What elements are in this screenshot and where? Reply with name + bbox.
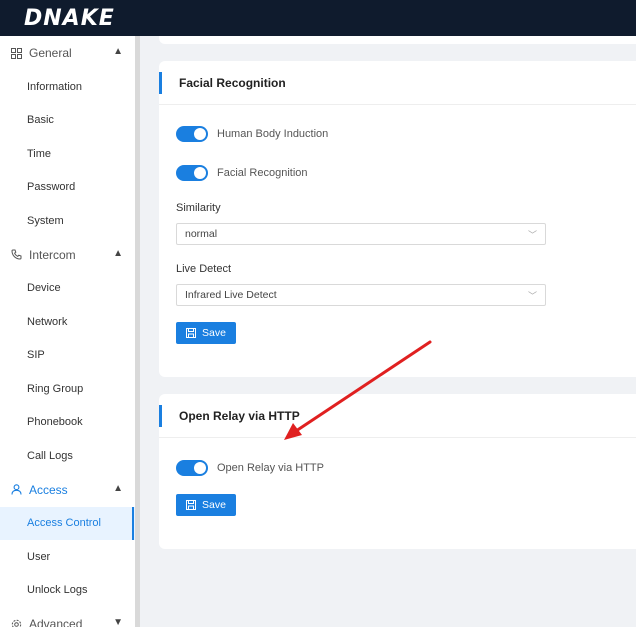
sidebar-item-user[interactable]: User (0, 540, 139, 574)
similarity-select[interactable]: normal ﹀ (176, 223, 546, 245)
sidebar-item-information[interactable]: Information (0, 70, 139, 104)
top-bar: DNAKE (0, 0, 636, 36)
phone-icon (10, 249, 22, 261)
relay-save-button[interactable]: Save (176, 494, 236, 516)
live-detect-label: Live Detect (176, 263, 232, 275)
select-value: normal (185, 228, 218, 240)
sidebar-group-intercom[interactable]: Intercom ▲ (0, 238, 139, 272)
sidebar-group-label: Advanced (29, 617, 83, 627)
sidebar-group-label: General (29, 46, 72, 60)
similarity-label: Similarity (176, 202, 221, 214)
live-detect-select[interactable]: Infrared Live Detect ﹀ (176, 284, 546, 306)
sidebar-group-label: Access (29, 482, 68, 497)
save-icon (186, 500, 197, 510)
chevron-down-icon: ﹀ (527, 230, 537, 240)
toggle-label: Open Relay via HTTP (217, 462, 324, 474)
grid-icon (10, 47, 22, 59)
sidebar-item-access-control[interactable]: Access Control (0, 506, 139, 540)
chevron-down-icon: ▼ (113, 617, 123, 627)
sidebar-item-network[interactable]: Network (0, 305, 139, 339)
sidebar-group-general[interactable]: General ▲ (0, 36, 139, 70)
sidebar-item-call-logs[interactable]: Call Logs (0, 439, 139, 473)
sidebar-group-advanced[interactable]: Advanced ▼ (0, 607, 139, 627)
sidebar-item-password[interactable]: Password (0, 171, 139, 205)
dnake-logo: DNAKE (24, 5, 115, 31)
sidebar-group-label: Intercom (29, 247, 76, 262)
sidebar-item-sip[interactable]: SIP (0, 339, 139, 373)
facial-recognition-row: Facial Recognition (176, 165, 308, 181)
card-title: Facial Recognition (159, 61, 636, 105)
save-icon (186, 328, 197, 338)
sidebar-item-system[interactable]: System (0, 204, 139, 238)
card-title: Open Relay via HTTP (159, 394, 636, 438)
sidebar-item-time[interactable]: Time (0, 137, 139, 171)
sidebar-group-access[interactable]: Access ▲ (0, 473, 139, 507)
open-relay-card: Open Relay via HTTP Open Relay via HTTP … (159, 394, 636, 549)
user-icon (10, 484, 22, 496)
sidebar-scrollbar[interactable] (135, 36, 140, 627)
gear-icon (10, 618, 22, 627)
chevron-up-icon: ▲ (113, 482, 123, 494)
human-body-induction-row: Human Body Induction (176, 126, 328, 142)
sidebar-item-basic[interactable]: Basic (0, 104, 139, 138)
facial-save-button[interactable]: Save (176, 322, 236, 344)
open-relay-toggle[interactable] (176, 460, 208, 476)
sidebar-item-ring-group[interactable]: Ring Group (0, 372, 139, 406)
facial-recognition-toggle[interactable] (176, 165, 208, 181)
previous-card-bottom (159, 36, 636, 44)
main-content: Facial Recognition Human Body Induction … (141, 36, 636, 627)
select-value: Infrared Live Detect (185, 289, 277, 301)
open-relay-row: Open Relay via HTTP (176, 460, 324, 476)
toggle-label: Human Body Induction (217, 128, 329, 140)
toggle-label: Facial Recognition (217, 167, 308, 179)
sidebar-item-device[interactable]: Device (0, 272, 139, 306)
chevron-up-icon: ▲ (113, 46, 123, 57)
human-body-induction-toggle[interactable] (176, 126, 208, 142)
sidebar-item-unlock-logs[interactable]: Unlock Logs (0, 574, 139, 608)
chevron-down-icon: ﹀ (527, 291, 537, 301)
sidebar-item-phonebook[interactable]: Phonebook (0, 406, 139, 440)
chevron-up-icon: ▲ (113, 247, 123, 259)
button-label: Save (202, 499, 226, 511)
sidebar: General ▲ Information Basic Time Passwor… (0, 36, 140, 627)
facial-recognition-card: Facial Recognition Human Body Induction … (159, 61, 636, 377)
button-label: Save (202, 327, 226, 339)
